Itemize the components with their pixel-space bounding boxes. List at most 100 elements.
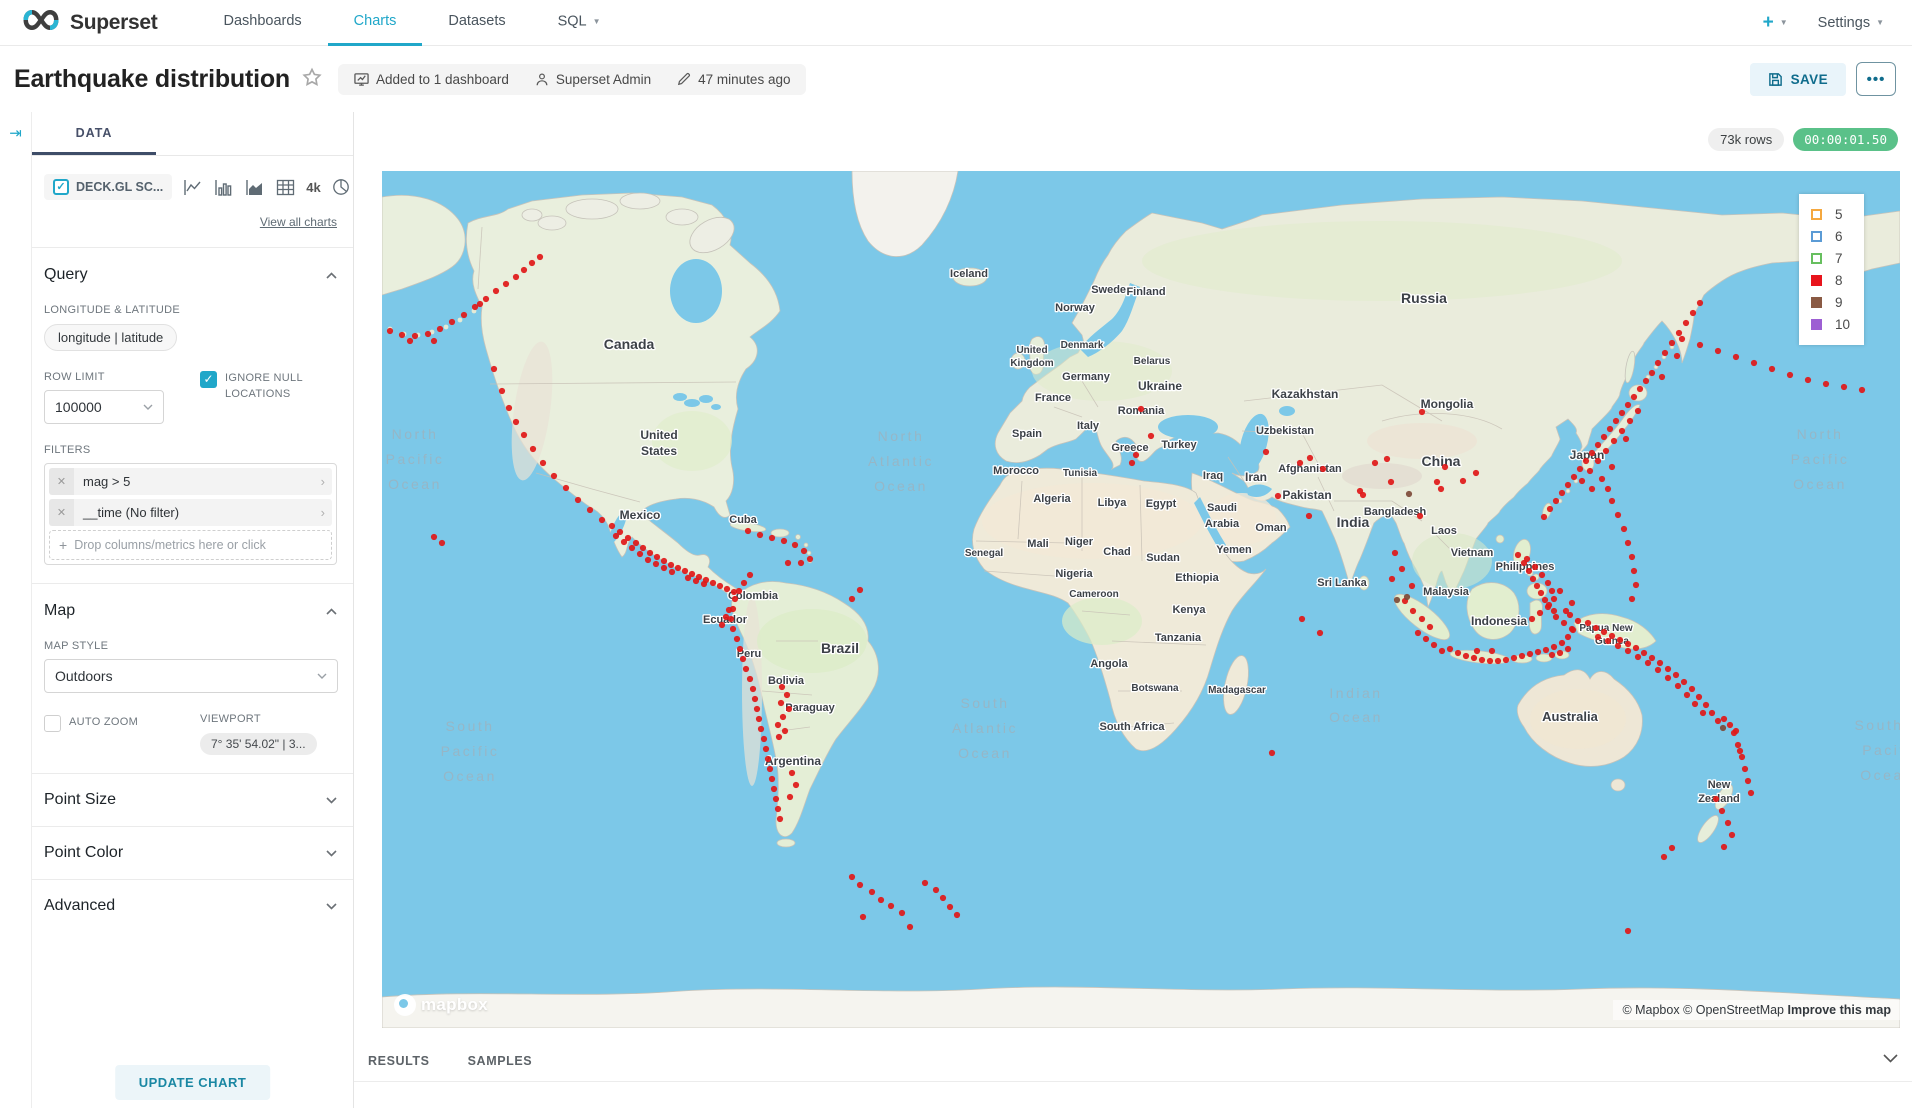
row-limit-select[interactable]: 100000: [44, 390, 164, 424]
user-icon: [535, 72, 549, 87]
dashboards-meta[interactable]: Added to 1 dashboard: [354, 72, 509, 87]
quake-dot: [1635, 654, 1641, 660]
expand-panel-icon[interactable]: ⇥: [9, 125, 22, 142]
new-item-button[interactable]: +▼: [1763, 12, 1788, 34]
remove-filter-icon[interactable]: ✕: [49, 468, 74, 495]
more-options-button[interactable]: •••: [1856, 62, 1896, 96]
query-section-header[interactable]: Query: [44, 266, 337, 284]
mapbox-logo[interactable]: mapbox: [394, 994, 488, 1016]
legend-value: 7: [1835, 251, 1843, 266]
point-color-section[interactable]: Point Color: [44, 827, 337, 879]
auto-zoom-checkbox[interactable]: AUTO ZOOM: [44, 715, 200, 732]
quake-dot: [521, 432, 527, 438]
tab-results[interactable]: RESULTS: [368, 1054, 430, 1081]
quake-dot: [437, 326, 443, 332]
line-chart-icon[interactable]: [183, 179, 203, 196]
lonlat-label: LONGITUDE & LATITUDE: [44, 304, 337, 316]
point-size-section[interactable]: Point Size: [44, 774, 337, 826]
tab-data[interactable]: DATA: [32, 112, 156, 155]
quake-dot: [449, 319, 455, 325]
quake-dot: [1553, 498, 1559, 504]
quake-dot: [1625, 641, 1631, 647]
divider: [354, 1081, 1912, 1082]
view-all-charts-link[interactable]: View all charts: [260, 215, 337, 229]
ignore-null-checkbox[interactable]: ✓ IGNORE NULL LOCATIONS: [200, 371, 317, 403]
viewport-label: VIEWPORT: [200, 713, 317, 725]
quake-dot: [637, 551, 643, 557]
map-section-header[interactable]: Map: [44, 602, 337, 620]
header-actions: SAVE •••: [1750, 62, 1896, 96]
map-style-select[interactable]: Outdoors: [44, 659, 338, 693]
quake-dot: [1729, 832, 1735, 838]
lonlat-value-pill[interactable]: longitude | latitude: [44, 324, 177, 351]
filter-item[interactable]: ✕ __time (No filter) ›: [49, 499, 332, 526]
osm-attribution-link[interactable]: © OpenStreetMap: [1683, 1003, 1784, 1017]
map-canvas[interactable]: NorthPacificOceanNorthAtlanticOceanNorth…: [382, 171, 1900, 1028]
mapbox-attribution-link[interactable]: © Mapbox: [1622, 1003, 1679, 1017]
quake-dot: [1583, 458, 1589, 464]
quake-dot: [1629, 554, 1635, 560]
quake-dot: [1631, 394, 1637, 400]
quake-dot: [439, 540, 445, 546]
quake-dot: [1419, 616, 1425, 622]
nav-item-datasets[interactable]: Datasets: [422, 0, 531, 46]
quake-dot: [513, 274, 519, 280]
quake-dot: [1571, 474, 1577, 480]
quake-dot: [954, 912, 960, 918]
quake-dot: [1559, 490, 1565, 496]
quake-dot: [1526, 568, 1532, 574]
improve-map-link[interactable]: Improve this map: [1788, 1003, 1892, 1017]
quake-dot: [1133, 452, 1139, 458]
pie-chart-icon[interactable]: [332, 178, 350, 196]
save-button[interactable]: SAVE: [1750, 63, 1846, 96]
map-ocean-label: Pacific: [386, 451, 445, 467]
quake-dot: [778, 700, 784, 706]
quake-dot: [736, 588, 742, 594]
settings-menu[interactable]: Settings▼: [1818, 15, 1884, 31]
nav-item-sql[interactable]: SQL▼: [532, 0, 627, 46]
bar-chart-icon[interactable]: [214, 179, 234, 196]
table-icon[interactable]: [276, 179, 295, 196]
map-country-label: Afghanistan: [1278, 463, 1342, 475]
map-ocean-label: South: [1854, 717, 1900, 733]
quake-dot: [1551, 644, 1557, 650]
quake-dot: [1679, 336, 1685, 342]
update-chart-button[interactable]: UPDATE CHART: [115, 1065, 271, 1100]
viewport-value-pill[interactable]: 7° 35' 54.02" | 3...: [200, 733, 317, 755]
quake-dot: [1662, 350, 1668, 356]
favorite-star-icon[interactable]: [302, 67, 322, 92]
nav-item-charts[interactable]: Charts: [328, 0, 423, 46]
remove-filter-icon[interactable]: ✕: [49, 499, 74, 526]
filter-item[interactable]: ✕ mag > 5 ›: [49, 468, 332, 495]
quake-dot: [780, 714, 786, 720]
area-chart-icon[interactable]: [245, 179, 265, 196]
advanced-section[interactable]: Advanced: [44, 880, 337, 932]
last-modified-meta[interactable]: 47 minutes ago: [677, 72, 790, 87]
superset-logo[interactable]: Superset: [22, 8, 157, 37]
nav-item-dashboards[interactable]: Dashboards: [197, 0, 327, 46]
quake-dot: [1721, 716, 1727, 722]
map-ocean-label: Pacific: [1791, 451, 1850, 467]
quake-dot: [730, 626, 736, 632]
map-country-label: Belarus: [1134, 356, 1171, 367]
filters-dropzone[interactable]: + Drop columns/metrics here or click: [49, 530, 332, 560]
quake-dot: [563, 485, 569, 491]
quake-dot: [1519, 653, 1525, 659]
map-country-label: Pakistan: [1282, 488, 1331, 502]
quake-dot: [1690, 310, 1696, 316]
quake-dot: [1577, 466, 1583, 472]
quake-dot: [685, 575, 691, 581]
quake-dot: [1495, 658, 1501, 664]
collapse-results-icon[interactable]: [1883, 1050, 1898, 1068]
big-number-icon[interactable]: 4k: [306, 180, 320, 195]
quake-dot: [1629, 596, 1635, 602]
quake-dot: [1859, 387, 1865, 393]
map-country-label: Egypt: [1146, 498, 1177, 510]
viz-type-selected[interactable]: ✓ DECK.GL SC...: [44, 174, 172, 200]
quake-dot: [807, 556, 813, 562]
quake-dot: [1681, 679, 1687, 685]
tab-samples[interactable]: SAMPLES: [468, 1054, 533, 1081]
quake-dot: [1394, 597, 1400, 603]
quake-dot: [653, 561, 659, 567]
owner-meta[interactable]: Superset Admin: [535, 72, 651, 87]
